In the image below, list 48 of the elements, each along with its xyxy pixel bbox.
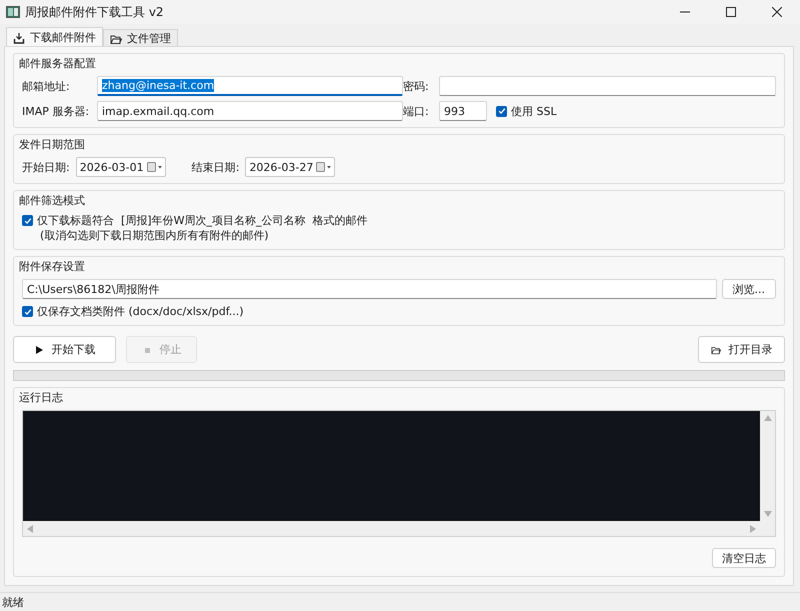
download-icon <box>13 32 25 44</box>
close-icon[interactable] <box>772 7 782 17</box>
date-picker[interactable]: 2026-03-27 <box>245 157 336 177</box>
group-title: 邮件服务器配置 <box>19 56 97 71</box>
field-label: 端口: <box>403 104 430 118</box>
checkbox[interactable] <box>496 106 507 116</box>
field-label: 密码: <box>403 78 430 94</box>
group-title: 发件日期范围 <box>19 137 86 152</box>
port-field[interactable]: 993 <box>439 101 487 121</box>
group-title: 运行日志 <box>19 390 64 405</box>
calendar-dropdown-icon <box>146 162 163 172</box>
app-icon <box>6 6 20 18</box>
group-title: 邮件筛选模式 <box>19 193 86 208</box>
folder-icon <box>110 32 122 44</box>
field-label: 邮箱地址: <box>22 78 71 94</box>
checkbox-label: 使用 SSL <box>511 104 557 118</box>
scroll-up-icon <box>764 415 772 421</box>
field-label: 开始日期: <box>22 160 70 174</box>
checkbox-label: 仅下载标题符合 [周报]年份W周次_项目名称_公司名称 格式的邮件 <box>37 213 368 228</box>
date-picker[interactable]: 2026-03-01 <box>76 157 166 177</box>
browse-button[interactable]: 浏览... <box>722 279 776 299</box>
clear-log-button[interactable]: 清空日志 <box>712 548 776 568</box>
password-field[interactable] <box>439 76 776 96</box>
folder-icon <box>710 344 720 354</box>
open-folder-button[interactable]: 打开目录 <box>698 336 785 363</box>
email-field[interactable]: zhang@inesa-it.com <box>97 76 403 96</box>
scroll-left-icon <box>27 524 33 532</box>
path-field[interactable]: C:\Users\86182\周报附件 <box>22 279 716 299</box>
field-label: IMAP 服务器: <box>22 104 90 118</box>
hint-text: (取消勾选则下载日期范围内所有有附件的邮件) <box>40 228 270 243</box>
play-icon <box>34 344 44 354</box>
check-icon <box>24 216 32 224</box>
host-field[interactable]: imap.exmail.qq.com <box>97 101 403 121</box>
check-icon <box>24 308 32 316</box>
check-icon <box>498 107 506 115</box>
window-title: 周报邮件附件下载工具 v2 <box>25 4 165 20</box>
checkbox[interactable] <box>22 215 33 226</box>
calendar-dropdown-icon <box>316 162 332 172</box>
checkbox-label: 仅保存文档类附件 (docx/doc/xlsx/pdf...) <box>37 304 244 319</box>
field-label: 结束日期: <box>192 160 240 174</box>
tab[interactable]: 下载邮件附件 <box>6 27 103 47</box>
checkbox[interactable] <box>22 306 33 317</box>
scroll-down-icon <box>764 511 772 517</box>
start-button[interactable]: 开始下载 <box>13 336 116 363</box>
tab[interactable]: 文件管理 <box>103 29 178 47</box>
group-title: 附件保存设置 <box>19 259 86 274</box>
scroll-right-icon <box>750 524 756 532</box>
maximize-icon[interactable] <box>726 7 736 17</box>
